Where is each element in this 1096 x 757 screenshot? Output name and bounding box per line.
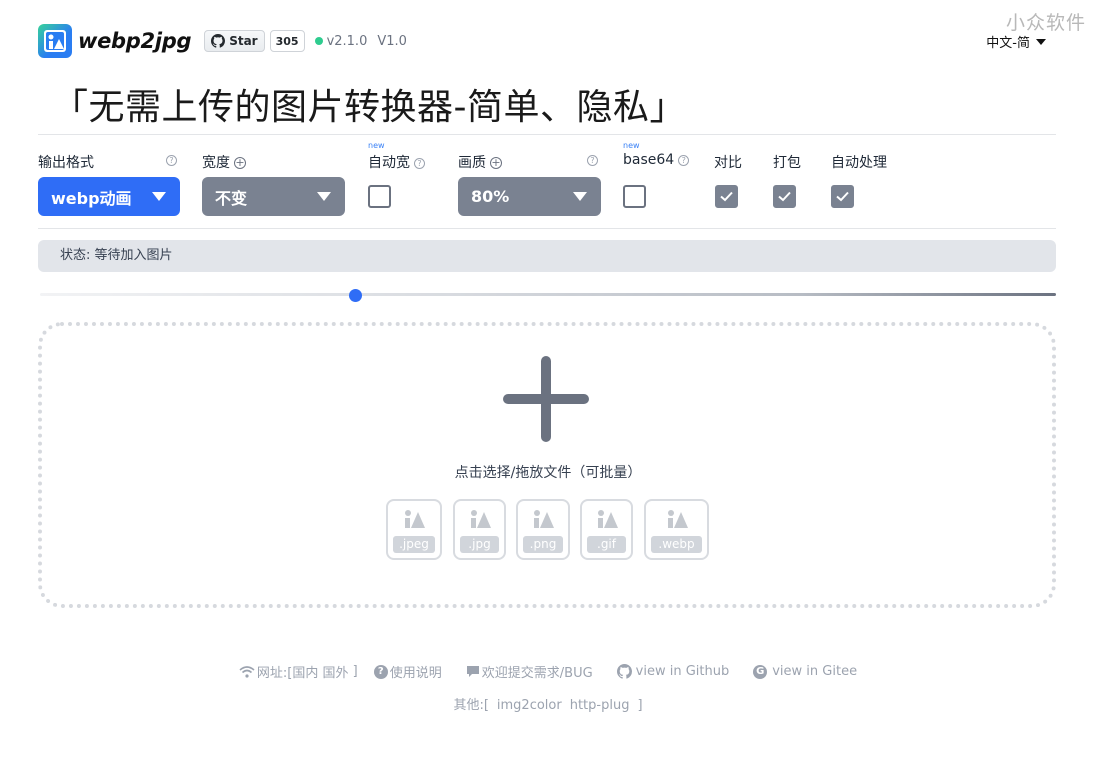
github-icon	[211, 34, 226, 48]
site-label: 网址:[	[256, 666, 293, 681]
brand-name[interactable]: webp2jpg	[78, 29, 191, 53]
wifi-icon	[239, 665, 255, 678]
plus-circle-icon[interactable]: +	[490, 157, 502, 169]
site-links: 网址:[ 国内 国外 ]	[239, 662, 358, 681]
quality-select[interactable]: 80%	[458, 177, 601, 216]
slider-handle[interactable]	[348, 289, 362, 302]
help-link-label: 使用说明	[389, 666, 442, 681]
github-link[interactable]: view in Github	[616, 662, 730, 681]
pack-label: 打包	[773, 155, 801, 171]
check-icon	[720, 191, 733, 202]
image-icon	[667, 510, 688, 528]
caret-down-icon	[317, 192, 331, 201]
gitee-link[interactable]: G view in Gitee	[753, 662, 857, 681]
image-icon	[597, 510, 618, 528]
logo-icon[interactable]	[38, 24, 72, 58]
site-domestic-link[interactable]: 国内	[292, 662, 318, 681]
footer-links: 网址:[ 国内 国外 ] ? 使用说明 欢迎提交需求/BUG view in G…	[0, 662, 1096, 681]
version-v1-link[interactable]: V1.0	[377, 34, 407, 49]
chat-icon	[466, 666, 479, 677]
slider-track[interactable]	[40, 293, 1056, 296]
width-value: 不变	[215, 188, 248, 208]
caret-down-icon	[573, 192, 587, 201]
other-label: 其他:[	[453, 698, 489, 713]
github-link-label: view in Github	[635, 664, 730, 679]
output-format-select[interactable]: webp动画	[38, 177, 180, 216]
caret-down-icon	[152, 192, 166, 201]
help-icon[interactable]: ?	[587, 155, 598, 166]
caret-down-icon	[1036, 38, 1046, 45]
other-links: 其他:[ img2color http-plug]	[0, 694, 1096, 713]
divider	[38, 228, 1056, 229]
auto-width-label: 自动宽?	[368, 152, 425, 172]
star-label: Star	[229, 34, 258, 48]
question-icon: ?	[373, 664, 388, 679]
new-tag: new	[368, 141, 385, 150]
file-ext: .webp	[651, 536, 702, 553]
help-icon[interactable]: ?	[414, 157, 425, 169]
help-icon[interactable]: ?	[678, 154, 690, 166]
new-tag: new	[623, 141, 640, 150]
width-label: 宽度 +	[202, 155, 246, 171]
width-select[interactable]: 不变	[202, 177, 345, 216]
output-format-label: 输出格式	[38, 155, 94, 171]
help-icon[interactable]: ?	[166, 155, 177, 166]
file-ext: .gif	[587, 536, 626, 553]
file-type-jpeg: .jpeg	[386, 499, 442, 560]
quality-label: 画质 +	[458, 155, 502, 171]
gitee-icon: G	[753, 664, 768, 679]
language-select[interactable]: 中文-简	[986, 32, 1046, 51]
file-ext: .jpeg	[393, 536, 435, 553]
feedback-link-label: 欢迎提交需求/BUG	[481, 666, 593, 681]
image-icon	[534, 510, 554, 528]
file-type-gif: .gif	[580, 499, 633, 560]
add-icon[interactable]	[503, 356, 589, 442]
language-label: 中文-简	[986, 36, 1030, 51]
header: webp2jpg Star 305 v2.1.0 V1.0	[38, 24, 407, 58]
plus-circle-icon[interactable]: +	[234, 157, 246, 169]
image-icon	[405, 510, 425, 528]
file-type-png: .png	[516, 499, 570, 560]
image-icon	[470, 510, 491, 528]
file-ext: .jpg	[460, 536, 499, 553]
drop-zone-text[interactable]: 点击选择/拖放文件（可批量）	[0, 462, 1096, 482]
quality-value: 80%	[471, 187, 510, 206]
auto-process-checkbox[interactable]	[831, 185, 854, 208]
gitee-link-label: view in Gitee	[772, 664, 858, 679]
watermark: 小众软件	[1005, 12, 1086, 34]
github-star-button[interactable]: Star	[204, 30, 265, 52]
feedback-link[interactable]: 欢迎提交需求/BUG	[466, 662, 593, 681]
base64-label: base64?	[623, 152, 690, 168]
github-icon	[616, 664, 632, 679]
version: v2.1.0	[326, 33, 368, 49]
output-format-value: webp动画	[51, 188, 132, 208]
http-plug-link[interactable]: http-plug	[570, 698, 630, 713]
site-close: ]	[352, 664, 358, 679]
help-link[interactable]: ? 使用说明	[373, 662, 442, 681]
star-count[interactable]: 305	[269, 30, 305, 52]
page-title: 「无需上传的图片转换器-简单、隐私」	[52, 87, 686, 128]
auto-width-checkbox[interactable]	[368, 185, 391, 208]
file-ext: .png	[523, 536, 563, 553]
compare-label: 对比	[714, 155, 742, 171]
other-close: ]	[637, 698, 643, 713]
divider	[38, 134, 1056, 135]
status-dot	[314, 37, 323, 45]
file-type-webp: .webp	[644, 499, 709, 560]
img2color-link[interactable]: img2color	[497, 698, 562, 713]
site-foreign-link[interactable]: 国外	[323, 662, 349, 681]
status-bar: 状态: 等待加入图片	[38, 240, 1056, 272]
file-type-jpg: .jpg	[453, 499, 506, 560]
compare-checkbox[interactable]	[715, 185, 738, 208]
pack-checkbox[interactable]	[773, 185, 796, 208]
auto-process-label: 自动处理	[831, 155, 887, 171]
check-icon	[836, 191, 849, 202]
check-icon	[778, 191, 791, 202]
base64-checkbox[interactable]	[623, 185, 646, 208]
